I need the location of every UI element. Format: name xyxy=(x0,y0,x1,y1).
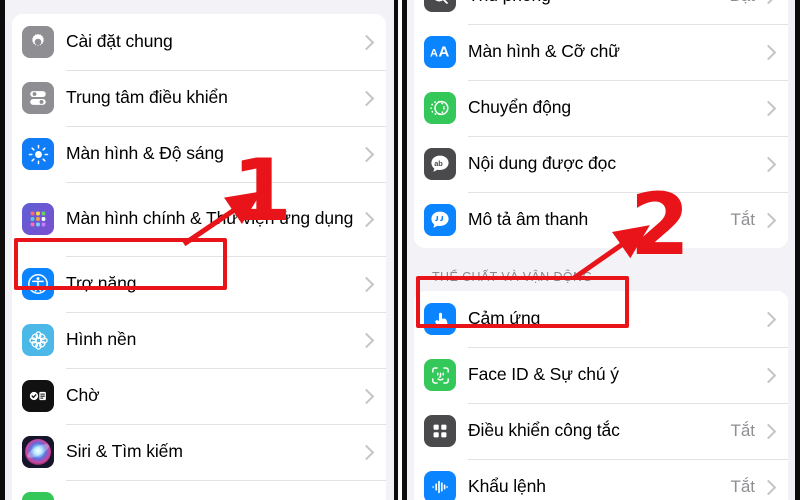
chevron-right-icon xyxy=(358,90,375,106)
settings-row-label: Trung tâm điều khiển xyxy=(66,87,228,108)
chevron-right-icon xyxy=(760,44,777,60)
settings-row-label: Màn hình & Độ sáng xyxy=(66,143,224,164)
wallpaper-icon xyxy=(22,324,54,356)
accessibility-list: Thu phóng Bật A A Màn hình & Cỡ chữ xyxy=(402,0,800,500)
brightness-icon xyxy=(22,138,54,170)
settings-group-left: Cài đặt chung Trung tâm điều khiển Màn h… xyxy=(12,14,386,500)
section-header-physical-motor: THỂ CHẤT VÀ VẬN ĐỘNG xyxy=(432,270,593,284)
chevron-right-icon xyxy=(358,276,375,292)
settings-row-label: Hình nền xyxy=(66,329,137,350)
settings-list-left: Cài đặt chung Trung tâm điều khiển Màn h… xyxy=(0,0,398,500)
chevron-right-icon xyxy=(760,311,777,327)
accessibility-row-value: Tắt xyxy=(730,477,755,496)
standby-icon xyxy=(22,380,54,412)
device-bezel-left xyxy=(402,0,407,500)
physical-motor-group: Cảm ứng Face ID & Sự chú ý Điều khiển cô… xyxy=(414,291,788,500)
device-bezel-left xyxy=(0,0,5,500)
settings-row-label: Trợ năng xyxy=(66,273,137,294)
settings-row-label: Cài đặt chung xyxy=(66,31,173,52)
chevron-right-icon xyxy=(760,0,777,4)
svg-text:A: A xyxy=(439,44,450,61)
spoken-content-icon: ab xyxy=(424,148,456,180)
tutorial-screenshot: Cài đặt chung Trung tâm điều khiển Màn h… xyxy=(0,0,800,500)
text-size-icon: A A xyxy=(424,36,456,68)
chevron-right-icon xyxy=(358,332,375,348)
settings-row-accessibility[interactable]: Trợ năng xyxy=(12,256,386,312)
chevron-right-icon xyxy=(358,146,375,162)
accessibility-row-touch[interactable]: Cảm ứng xyxy=(414,291,788,347)
voice-control-icon xyxy=(424,471,456,500)
accessibility-row-value: Tắt xyxy=(730,421,755,440)
zoom-icon xyxy=(424,0,456,12)
panel-divider xyxy=(398,0,402,500)
svg-text:ab: ab xyxy=(434,159,443,168)
home-screen-icon xyxy=(22,203,54,235)
face-id-icon xyxy=(22,492,54,500)
accessibility-row-zoom[interactable]: Thu phóng Bật xyxy=(414,0,788,24)
accessibility-row-motion[interactable]: Chuyển động xyxy=(414,80,788,136)
chevron-right-icon xyxy=(760,156,777,172)
accessibility-row-label: Khẩu lệnh xyxy=(468,476,546,497)
accessibility-row-value: Tắt xyxy=(730,210,755,229)
settings-row-standby[interactable]: Chờ xyxy=(12,368,386,424)
accessibility-row-label: Cảm ứng xyxy=(468,308,541,329)
settings-row-face-id-passcode[interactable]: Face ID & Mật mã xyxy=(12,480,386,500)
chevron-right-icon xyxy=(358,211,375,227)
chevron-right-icon xyxy=(760,423,777,439)
vision-group: Thu phóng Bật A A Màn hình & Cỡ chữ xyxy=(414,0,788,248)
accessibility-row-audio-description[interactable]: Mô tả âm thanh Tắt xyxy=(414,192,788,248)
chevron-right-icon xyxy=(760,212,777,228)
chevron-right-icon xyxy=(760,100,777,116)
accessibility-icon xyxy=(22,268,54,300)
settings-row-control-center[interactable]: Trung tâm điều khiển xyxy=(12,70,386,126)
accessibility-row-spoken-content[interactable]: ab Nội dung được đọc xyxy=(414,136,788,192)
chevron-right-icon xyxy=(760,479,777,495)
settings-row-home-screen[interactable]: Màn hình chính & Thư viện ứng dụng xyxy=(12,182,386,256)
chevron-right-icon xyxy=(358,444,375,460)
accessibility-row-switch-control[interactable]: Điều khiển công tắc Tắt xyxy=(414,403,788,459)
accessibility-row-label: Mô tả âm thanh xyxy=(468,209,589,230)
accessibility-row-face-id-attention[interactable]: Face ID & Sự chú ý xyxy=(414,347,788,403)
settings-row-label: Siri & Tìm kiếm xyxy=(66,441,183,462)
settings-row-label: Màn hình chính & Thư viện ứng dụng xyxy=(66,208,354,229)
settings-row-label: Chờ xyxy=(66,385,100,406)
accessibility-row-label: Chuyển động xyxy=(468,97,572,118)
settings-row-general[interactable]: Cài đặt chung xyxy=(12,14,386,70)
accessibility-row-label: Điều khiển công tắc xyxy=(468,420,620,441)
svg-text:A: A xyxy=(430,48,438,60)
siri-icon xyxy=(22,436,54,468)
settings-row-siri-search[interactable]: Siri & Tìm kiếm xyxy=(12,424,386,480)
face-id-icon xyxy=(424,359,456,391)
accessibility-row-label: Face ID & Sự chú ý xyxy=(468,364,619,385)
chevron-right-icon xyxy=(358,388,375,404)
accessibility-row-display-text-size[interactable]: A A Màn hình & Cỡ chữ xyxy=(414,24,788,80)
switch-control-icon xyxy=(424,415,456,447)
device-bezel-right xyxy=(795,0,800,500)
chevron-right-icon xyxy=(358,34,375,50)
accessibility-screen-right: Thu phóng Bật A A Màn hình & Cỡ chữ xyxy=(402,0,800,500)
accessibility-row-label: Thu phóng xyxy=(456,0,729,7)
accessibility-row-label: Màn hình & Cỡ chữ xyxy=(468,41,620,62)
chevron-right-icon xyxy=(760,367,777,383)
control-center-icon xyxy=(22,82,54,114)
settings-screen-left: Cài đặt chung Trung tâm điều khiển Màn h… xyxy=(0,0,398,500)
touch-icon xyxy=(424,303,456,335)
audio-description-icon xyxy=(424,204,456,236)
motion-icon xyxy=(424,92,456,124)
accessibility-row-value: Bật xyxy=(729,0,763,6)
accessibility-row-voice-control[interactable]: Khẩu lệnh Tắt xyxy=(414,459,788,500)
gear-icon xyxy=(22,26,54,58)
accessibility-row-label: Nội dung được đọc xyxy=(468,153,616,174)
settings-row-display-brightness[interactable]: Màn hình & Độ sáng xyxy=(12,126,386,182)
settings-row-wallpaper[interactable]: Hình nền xyxy=(12,312,386,368)
